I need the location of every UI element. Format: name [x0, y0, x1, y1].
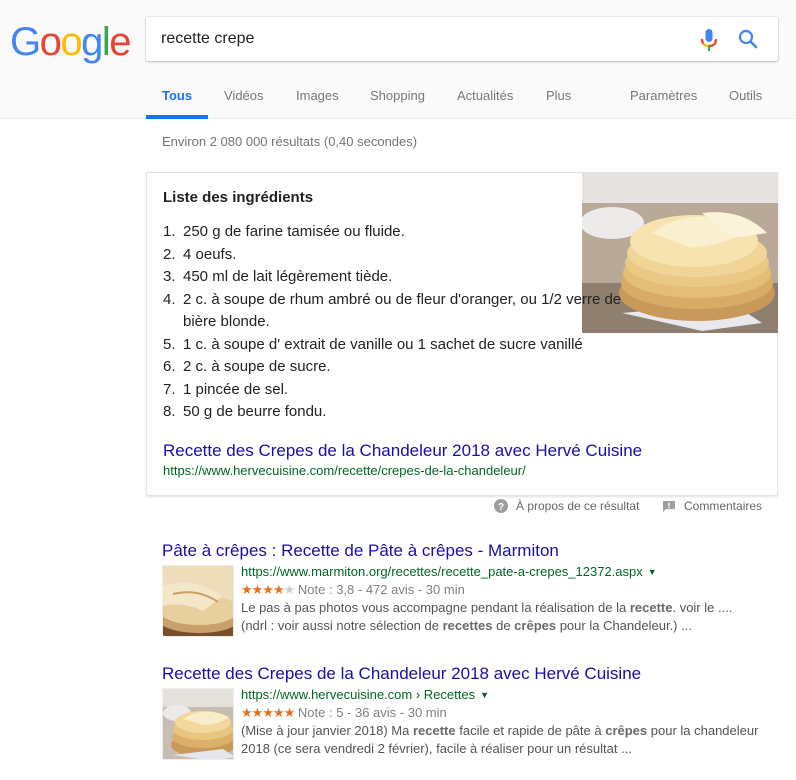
ingredient-text: 2 c. à soupe de sucre.	[183, 358, 331, 375]
result-url: https://www.marmiton.org/recettes/recett…	[241, 564, 643, 579]
star-filled-icon: ★	[272, 582, 285, 597]
result-stats: Environ 2 080 000 résultats (0,40 second…	[162, 134, 418, 149]
ingredient-number: 4.	[163, 290, 176, 308]
rating-stars-icon: ★★★★★	[241, 582, 296, 597]
star-filled-icon: ★	[241, 705, 253, 720]
logo-letter: e	[109, 20, 131, 64]
ingredient-number: 7.	[163, 380, 176, 398]
svg-text:?: ?	[498, 502, 504, 513]
ingredient-item: 2. 4 oeufs.	[163, 244, 633, 267]
result-snippet: (Mise à jour janvier 2018) Ma recette fa…	[241, 722, 782, 758]
result-url: https://www.hervecuisine.com › Recettes	[241, 687, 476, 702]
snippet-line: 2018 (ce sera vendredi 2 février), facil…	[241, 741, 632, 756]
ingredient-item: 7. 1 pincée de sel.	[163, 379, 633, 402]
tools-link[interactable]: Outils	[729, 86, 762, 119]
star-filled-icon: ★	[262, 582, 274, 597]
ingredient-text: 1 pincée de sel.	[183, 380, 289, 398]
star-filled-icon: ★	[251, 582, 264, 597]
ingredient-item: 6. 2 c. à soupe de sucre.	[163, 356, 633, 379]
result-rating: ★★★★★ Note : 3,8 - 472 avis - 30 min	[241, 581, 782, 599]
ingredient-item: 8. 50 g de beurre fondu.	[163, 401, 633, 424]
featured-snippet: Liste des ingrédients 1. 250 g de farine …	[146, 172, 778, 496]
result-thumbnail[interactable]	[162, 688, 234, 760]
result-rating: ★★★★★ Note : 5 - 36 avis - 30 min	[241, 704, 782, 722]
ingredient-text: 4 oeufs.	[183, 245, 237, 263]
crepe-thumbnail-illustration	[163, 566, 233, 636]
logo-letter: o	[60, 20, 82, 64]
active-tab-indicator	[146, 115, 208, 119]
tab-actualites[interactable]: Actualités	[457, 86, 513, 119]
google-logo[interactable]: Google	[10, 18, 131, 66]
logo-letter: o	[39, 20, 62, 64]
tab-images[interactable]: Images	[296, 86, 339, 119]
logo-letter: l	[101, 20, 111, 64]
ingredient-number: 8.	[163, 403, 176, 420]
featured-title: Liste des ingrédients	[163, 189, 314, 206]
ingredient-number: 6.	[163, 358, 176, 375]
star-filled-icon: ★	[272, 705, 285, 720]
snippet-line: (Mise à jour janvier 2018) Ma recette fa…	[241, 723, 759, 738]
ingredient-item: 1. 250 g de farine tamisée ou fluide.	[163, 221, 633, 244]
star-empty-icon: ★	[283, 582, 296, 597]
ingredient-number: 1.	[163, 223, 176, 240]
ingredient-text: 2 c. à soupe de rhum ambré ou de fleur d…	[183, 290, 622, 331]
tab-plus[interactable]: Plus	[546, 86, 571, 119]
result-title-link[interactable]: Recette des Crepes de la Chandeleur 2018…	[162, 663, 782, 685]
result-thumbnail[interactable]	[162, 565, 234, 637]
ingredient-number: 5.	[163, 335, 176, 353]
rating-text: Note : 5 - 36 avis - 30 min	[297, 705, 447, 720]
about-result-link[interactable]: ? À propos de ce résultat	[494, 499, 639, 513]
snippet-line: (ndrl : voir aussi notre sélection de re…	[241, 618, 692, 633]
snippet-line: Le pas à pas photos vous accompagne pend…	[241, 600, 733, 615]
featured-source-link[interactable]: Recette des Crepes de la Chandeleur 2018…	[163, 441, 642, 461]
feedback-link[interactable]: Commentaires	[662, 499, 762, 513]
ingredient-item: 3. 450 ml de lait légèrement tiède.	[163, 266, 633, 289]
tab-shopping[interactable]: Shopping	[370, 86, 425, 119]
star-filled-icon: ★	[241, 582, 253, 597]
ingredient-number: 2.	[163, 245, 176, 263]
url-options-caret-icon[interactable]: ▼	[480, 686, 489, 704]
settings-link[interactable]: Paramètres	[630, 86, 697, 119]
search-input[interactable]	[161, 17, 681, 61]
rating-stars-icon: ★★★★★	[241, 705, 296, 720]
star-filled-icon: ★	[283, 705, 296, 720]
ingredient-text: 250 g de farine tamisée ou fluide.	[183, 223, 405, 240]
feedback-label: Commentaires	[684, 499, 763, 513]
about-result-label: À propos de ce résultat	[516, 499, 640, 513]
logo-letter: g	[81, 20, 103, 64]
feedback-icon	[663, 500, 675, 512]
ingredient-number: 3.	[163, 268, 176, 285]
ingredient-item: 5. 1 c. à soupe d' extrait de vanille ou …	[163, 334, 633, 357]
search-result: Recette des Crepes de la Chandeleur 2018…	[162, 663, 782, 760]
microphone-icon[interactable]	[698, 28, 720, 52]
rating-text: Note : 3,8 - 472 avis - 30 min	[297, 582, 465, 597]
ingredient-item: 4. 2 c. à soupe de rhum ambré ou de fleur…	[163, 289, 633, 334]
search-box	[146, 17, 778, 61]
search-tabs: Tous Vidéos Images Shopping Actualités P…	[0, 86, 796, 119]
star-filled-icon: ★	[251, 705, 264, 720]
help-icon: ?	[494, 499, 508, 513]
tab-videos[interactable]: Vidéos	[224, 86, 264, 119]
search-result: Pâte à crêpes : Recette de Pâte à crêpes…	[162, 540, 782, 637]
url-options-caret-icon[interactable]: ▼	[648, 563, 657, 581]
crepe-thumbnail-illustration	[163, 689, 233, 759]
ingredient-text: 1 c. à soupe d' extrait de vanille ou 1 …	[183, 335, 583, 353]
result-title-link[interactable]: Pâte à crêpes : Recette de Pâte à crêpes…	[162, 540, 782, 562]
ingredient-text: 50 g de beurre fondu.	[183, 403, 327, 420]
search-icon[interactable]	[736, 27, 760, 51]
logo-letter: G	[10, 20, 41, 64]
featured-source-url: https://www.hervecuisine.com/recette/cre…	[163, 463, 526, 478]
result-snippet: Le pas à pas photos vous accompagne pend…	[241, 599, 782, 635]
star-filled-icon: ★	[262, 705, 274, 720]
ingredient-text: 450 ml de lait légèrement tiède.	[183, 268, 393, 285]
search-header: Google Tous Vidéos Images Shopping Actua…	[0, 0, 796, 119]
ingredient-list: 1. 250 g de farine tamisée ou fluide. 2. 4 …	[163, 221, 633, 424]
